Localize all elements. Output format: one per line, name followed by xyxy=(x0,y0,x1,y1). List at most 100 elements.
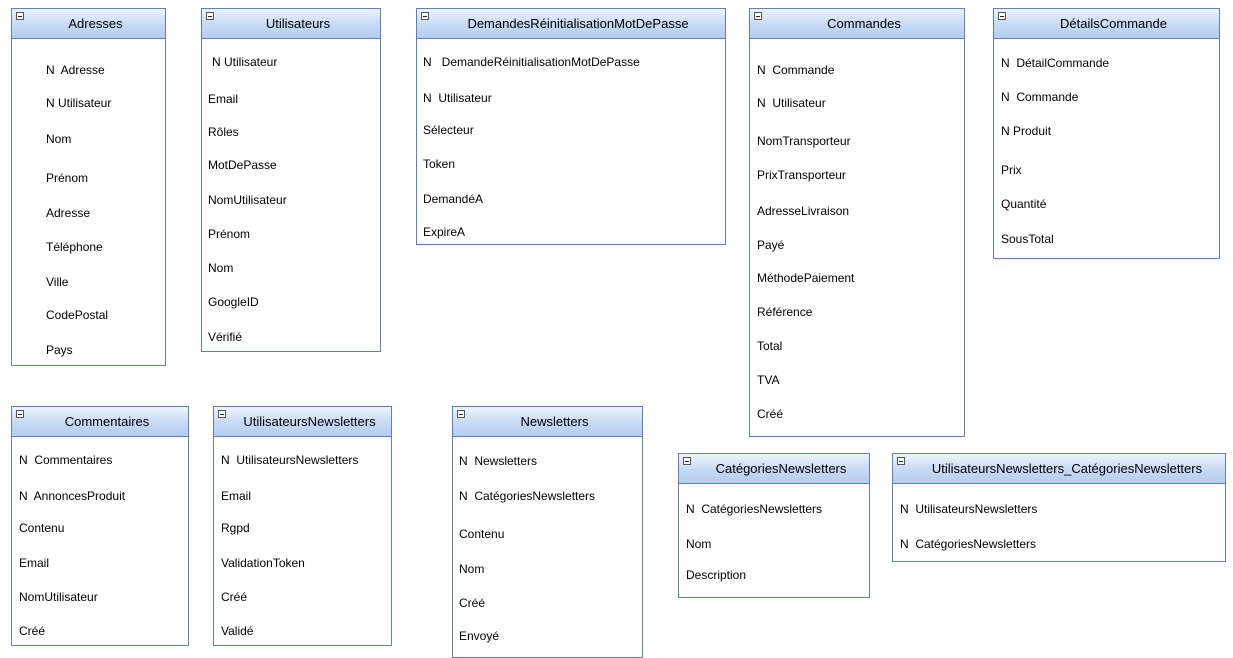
field: N Utilisateur xyxy=(423,91,492,105)
table-commentaires[interactable]: Commentaires N Commentaires N AnnoncesPr… xyxy=(11,406,189,646)
field: NomUtilisateur xyxy=(19,590,98,604)
field: MéthodePaiement xyxy=(757,271,855,285)
field: N Commande xyxy=(1001,90,1079,104)
collapse-icon[interactable] xyxy=(16,12,24,20)
table-newsletters[interactable]: Newsletters N Newsletters N CatégoriesNe… xyxy=(452,406,643,658)
table-title: DemandesRéinitialisationMotDePasse xyxy=(467,16,689,31)
field: AdresseLivraison xyxy=(757,204,850,218)
field: Pays xyxy=(46,343,73,357)
field: Validé xyxy=(221,624,254,638)
field: N UtilisateursNewsletters xyxy=(900,502,1038,516)
field: Prénom xyxy=(208,227,251,241)
field: Envoyé xyxy=(459,629,500,643)
field: Total xyxy=(757,339,783,353)
field: N Produit xyxy=(1001,124,1052,138)
table-demandes-reinitialisation[interactable]: DemandesRéinitialisationMotDePasse N Dem… xyxy=(416,8,726,245)
collapse-icon[interactable] xyxy=(218,410,226,418)
field: Créé xyxy=(221,590,248,604)
field: N CatégoriesNewsletters xyxy=(686,502,823,516)
field: Contenu xyxy=(19,521,65,535)
field: N Utilisateur xyxy=(46,96,112,110)
field: Token xyxy=(423,157,456,171)
table-title: Newsletters xyxy=(520,414,589,429)
table-title: DétailsCommande xyxy=(1060,16,1167,31)
field: Adresse xyxy=(46,206,91,220)
field: N Commentaires xyxy=(19,453,113,467)
field: N CatégoriesNewsletters xyxy=(459,489,596,503)
table-title: Commandes xyxy=(827,16,901,31)
collapse-icon[interactable] xyxy=(998,12,1006,20)
field: NomTransporteur xyxy=(757,134,851,148)
field: Nom xyxy=(208,261,234,275)
field: Nom xyxy=(46,132,72,146)
field: N Utilisateur xyxy=(212,55,278,69)
field: PrixTransporteur xyxy=(757,168,846,182)
field: N Commande xyxy=(757,63,835,77)
table-commandes[interactable]: Commandes N Commande N Utilisateur NomTr… xyxy=(749,8,965,437)
field: Nom xyxy=(459,562,485,576)
field: CodePostal xyxy=(46,308,109,322)
field: Rôles xyxy=(208,125,239,139)
field: ValidationToken xyxy=(221,556,305,570)
field: Nom xyxy=(686,537,712,551)
table-utilisateurs-categories-newsletters[interactable]: UtilisateursNewsletters_CatégoriesNewsle… xyxy=(892,453,1226,562)
table-title: Adresses xyxy=(68,16,123,31)
field: Créé xyxy=(459,596,486,610)
field: Email xyxy=(208,92,239,106)
field: N DétailCommande xyxy=(1001,56,1110,70)
collapse-icon[interactable] xyxy=(683,457,691,465)
field: N Adresse xyxy=(46,63,105,77)
table-title: CatégoriesNewsletters xyxy=(715,461,847,476)
table-categories-newsletters[interactable]: CatégoriesNewsletters N CatégoriesNewsle… xyxy=(678,453,870,598)
field: N Newsletters xyxy=(459,454,538,468)
table-header[interactable]: Commentaires xyxy=(12,407,188,437)
table-header[interactable]: DétailsCommande xyxy=(994,9,1219,39)
table-header[interactable]: Utilisateurs xyxy=(202,9,380,39)
field: Ville xyxy=(46,275,69,289)
field: Contenu xyxy=(459,527,505,541)
collapse-icon[interactable] xyxy=(421,12,429,20)
table-header[interactable]: Newsletters xyxy=(453,407,642,437)
collapse-icon[interactable] xyxy=(206,12,214,20)
field: Référence xyxy=(757,305,813,319)
table-title: UtilisateursNewsletters_CatégoriesNewsle… xyxy=(931,461,1203,476)
field: N CatégoriesNewsletters xyxy=(900,537,1037,551)
table-title: Utilisateurs xyxy=(265,16,331,31)
table-header[interactable]: Adresses xyxy=(12,9,165,39)
field: Téléphone xyxy=(46,240,103,254)
field: DemandéA xyxy=(423,192,484,206)
table-utilisateurs-newsletters[interactable]: UtilisateursNewsletters N UtilisateursNe… xyxy=(213,406,392,646)
table-adresses[interactable]: Adresses N Adresse N Utilisateur Nom Pré… xyxy=(11,8,166,366)
table-details-commande[interactable]: DétailsCommande N DétailCommande N Comma… xyxy=(993,8,1220,259)
field: Email xyxy=(19,556,50,570)
collapse-icon[interactable] xyxy=(754,12,762,20)
table-header[interactable]: UtilisateursNewsletters_CatégoriesNewsle… xyxy=(893,454,1225,484)
field: MotDePasse xyxy=(208,158,277,172)
field: TVA xyxy=(757,373,780,387)
table-header[interactable]: CatégoriesNewsletters xyxy=(679,454,869,484)
field: Créé xyxy=(757,407,784,421)
field: N AnnoncesProduit xyxy=(19,489,126,503)
collapse-icon[interactable] xyxy=(457,410,465,418)
table-header[interactable]: DemandesRéinitialisationMotDePasse xyxy=(417,9,725,39)
field: SousTotal xyxy=(1001,232,1054,246)
field: N DemandeRéinitialisationMotDePasse xyxy=(423,55,640,69)
field: GoogleID xyxy=(208,295,259,309)
collapse-icon[interactable] xyxy=(897,457,905,465)
field: NomUtilisateur xyxy=(208,193,287,207)
field: ExpireA xyxy=(423,225,466,239)
table-title: UtilisateursNewsletters xyxy=(243,414,376,429)
field: Créé xyxy=(19,624,46,638)
field: Prénom xyxy=(46,171,89,185)
field: Description xyxy=(686,568,747,582)
collapse-icon[interactable] xyxy=(16,410,24,418)
field: N Utilisateur xyxy=(757,96,826,110)
field: Quantité xyxy=(1001,197,1047,211)
field: Rgpd xyxy=(221,521,250,535)
field: Vérifié xyxy=(208,330,243,344)
table-header[interactable]: UtilisateursNewsletters xyxy=(214,407,391,437)
field: Email xyxy=(221,489,252,503)
table-header[interactable]: Commandes xyxy=(750,9,964,39)
table-utilisateurs[interactable]: Utilisateurs N Utilisateur Email Rôles M… xyxy=(201,8,381,352)
field: Payé xyxy=(757,238,785,252)
